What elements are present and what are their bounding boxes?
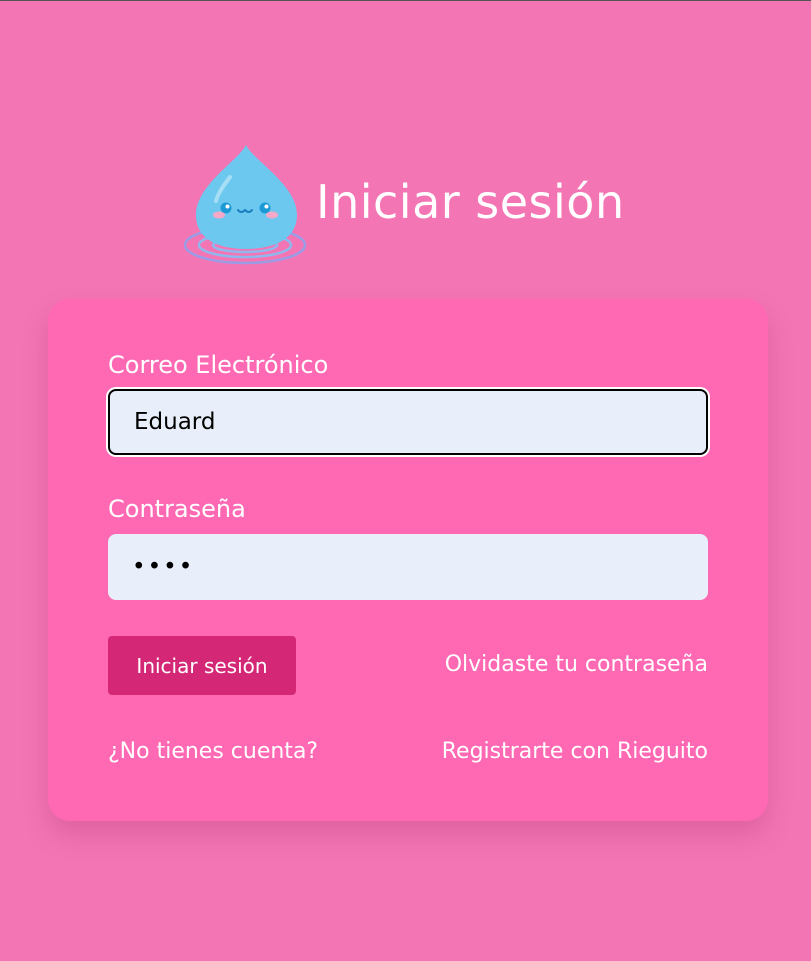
email-field[interactable] — [108, 389, 708, 455]
email-label: Correo Electrónico — [108, 351, 329, 379]
login-button[interactable]: Iniciar sesión — [108, 636, 296, 695]
forgot-password-link[interactable]: Olvidaste tu contraseña — [445, 652, 708, 677]
page-title: Iniciar sesión — [316, 175, 625, 229]
water-drop-mascot-icon — [184, 145, 307, 265]
login-header: Iniciar sesión — [184, 141, 644, 271]
password-label: Contraseña — [108, 495, 246, 523]
no-account-text: ¿No tienes cuenta? — [108, 739, 319, 764]
register-link[interactable]: Registrarte con Rieguito — [442, 739, 708, 764]
password-field[interactable] — [108, 534, 708, 600]
login-card: Correo Electrónico Contraseña Iniciar se… — [48, 299, 768, 821]
